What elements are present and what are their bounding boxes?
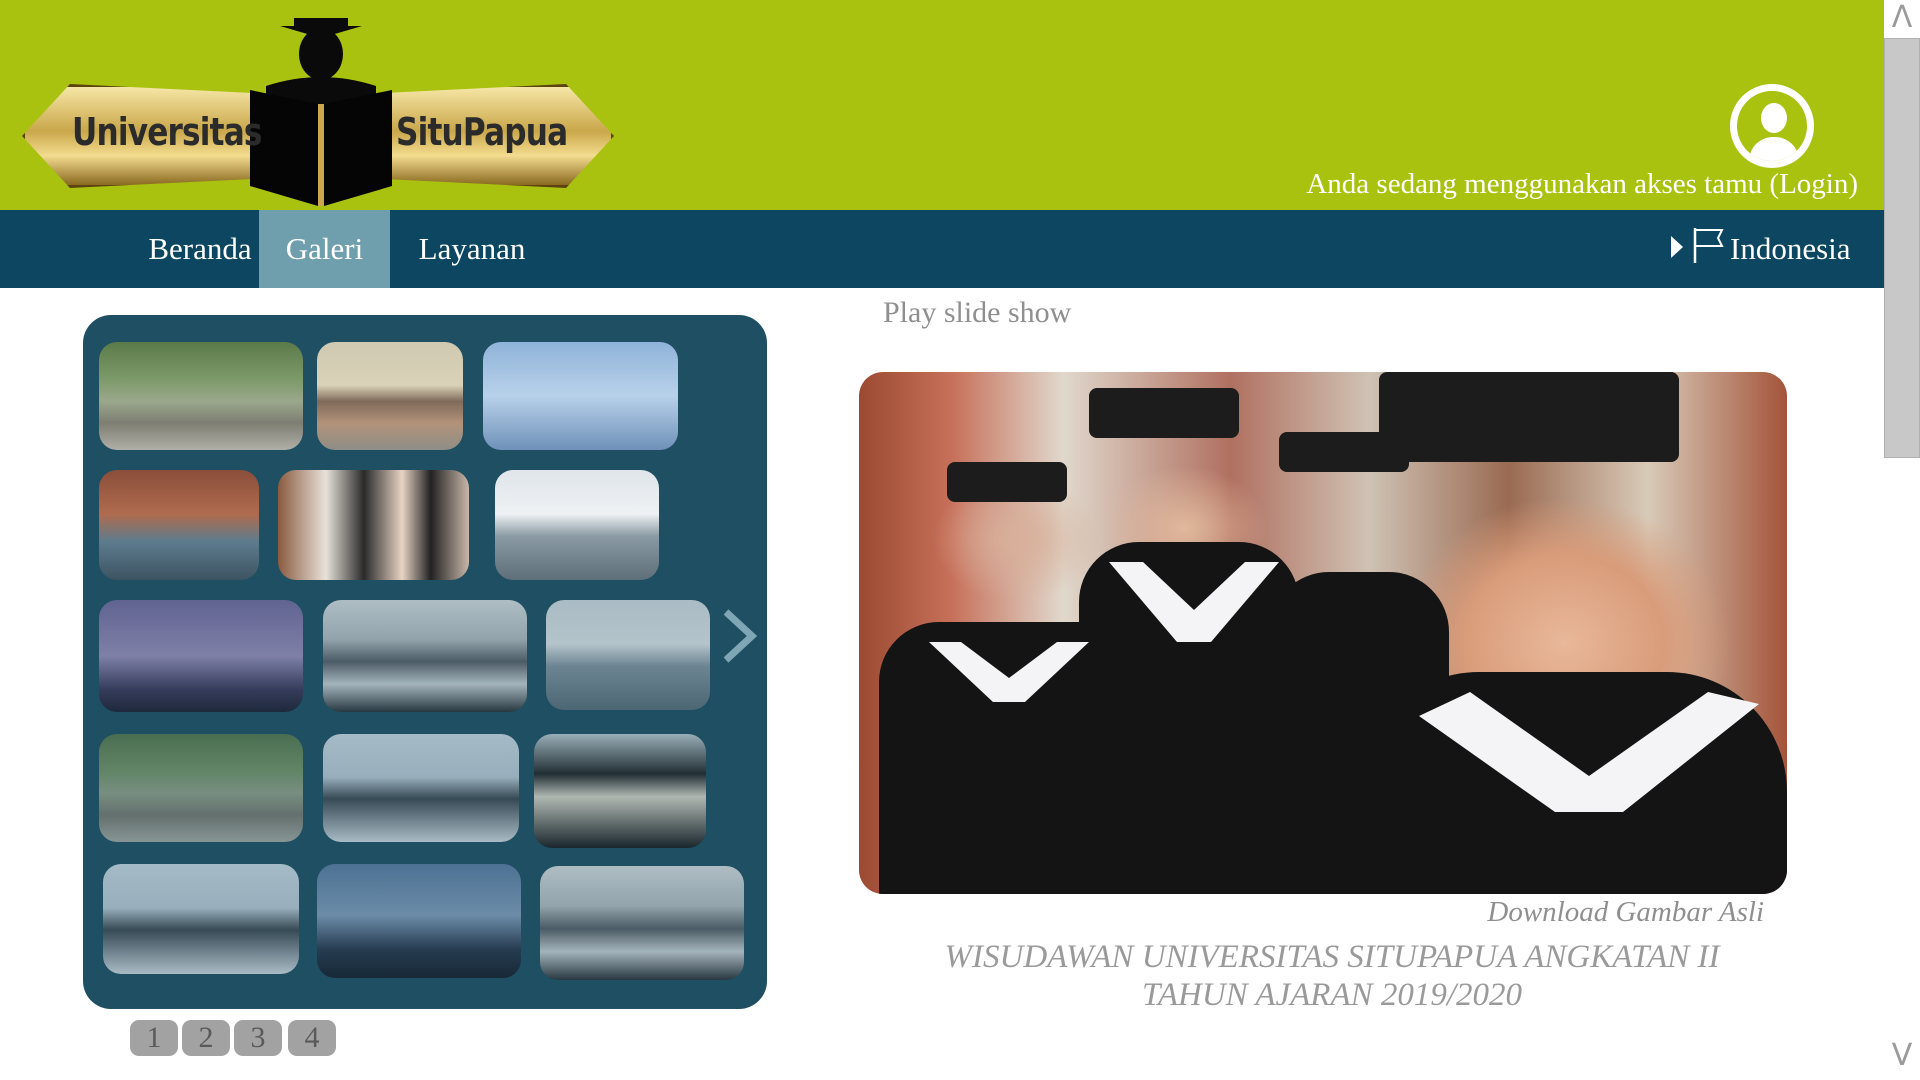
play-slideshow-link[interactable]: Play slide show xyxy=(883,296,1071,330)
photo-shape xyxy=(1379,372,1679,462)
nav-item-layanan[interactable]: Layanan xyxy=(400,210,544,288)
photo-shape xyxy=(1079,542,1299,894)
user-icon[interactable] xyxy=(1730,84,1814,168)
page-button-3[interactable]: 3 xyxy=(234,1020,282,1056)
gallery-thumb[interactable] xyxy=(495,470,659,580)
main-nav: Beranda Galeri Layanan xyxy=(0,210,1884,288)
language-selector[interactable]: Indonesia xyxy=(1730,210,1851,288)
chevron-right-icon[interactable] xyxy=(718,608,758,664)
page-button-4[interactable]: 4 xyxy=(288,1020,336,1056)
download-original-link[interactable]: Download Gambar Asli xyxy=(1487,896,1764,929)
logo-text-left: Universitas xyxy=(72,110,262,154)
caret-right-icon[interactable] xyxy=(1671,236,1683,258)
gallery-thumb[interactable] xyxy=(99,734,303,842)
gallery-thumb[interactable] xyxy=(99,600,303,712)
header-bar: Universitas SituPapua Anda sedang menggu… xyxy=(0,0,1884,210)
photo-shape xyxy=(947,462,1067,502)
page-button-2[interactable]: 2 xyxy=(182,1020,230,1056)
graduate-reader-icon xyxy=(250,18,392,206)
nav-item-beranda[interactable]: Beranda xyxy=(140,210,260,288)
gallery-thumb[interactable] xyxy=(540,866,744,980)
photo-caption: WISUDAWAN UNIVERSITAS SITUPAPUA ANGKATAN… xyxy=(872,938,1792,1014)
photo-shape xyxy=(1089,388,1239,438)
page-button-1[interactable]: 1 xyxy=(130,1020,178,1056)
gallery-thumb[interactable] xyxy=(317,864,521,978)
caption-line-2: TAHUN AJARAN 2019/2020 xyxy=(1141,977,1523,1013)
scroll-up-icon[interactable]: Λ xyxy=(1886,0,1918,36)
gallery-thumb[interactable] xyxy=(483,342,678,450)
flag-icon[interactable] xyxy=(1692,226,1726,264)
nav-item-galeri[interactable]: Galeri xyxy=(259,210,390,288)
gallery-thumb[interactable] xyxy=(278,470,469,580)
gallery-thumb[interactable] xyxy=(534,734,706,848)
main-photo[interactable] xyxy=(859,372,1787,894)
scrollbar-thumb[interactable] xyxy=(1884,38,1920,458)
gallery-thumb[interactable] xyxy=(317,342,463,450)
guest-access-text[interactable]: Anda sedang menggunakan akses tamu (Logi… xyxy=(1306,168,1858,201)
gallery-thumb[interactable] xyxy=(323,734,519,842)
logo-text-right: SituPapua xyxy=(396,110,568,154)
gallery-thumb[interactable] xyxy=(546,600,710,710)
gallery-thumb[interactable] xyxy=(99,342,303,450)
gallery-thumb[interactable] xyxy=(99,470,259,580)
gallery-thumb[interactable] xyxy=(323,600,527,712)
university-logo[interactable]: Universitas SituPapua xyxy=(14,8,626,208)
caption-line-1: WISUDAWAN UNIVERSITAS SITUPAPUA ANGKATAN… xyxy=(944,939,1720,975)
scroll-down-icon[interactable]: V xyxy=(1886,1038,1918,1074)
gallery-thumb[interactable] xyxy=(103,864,299,974)
